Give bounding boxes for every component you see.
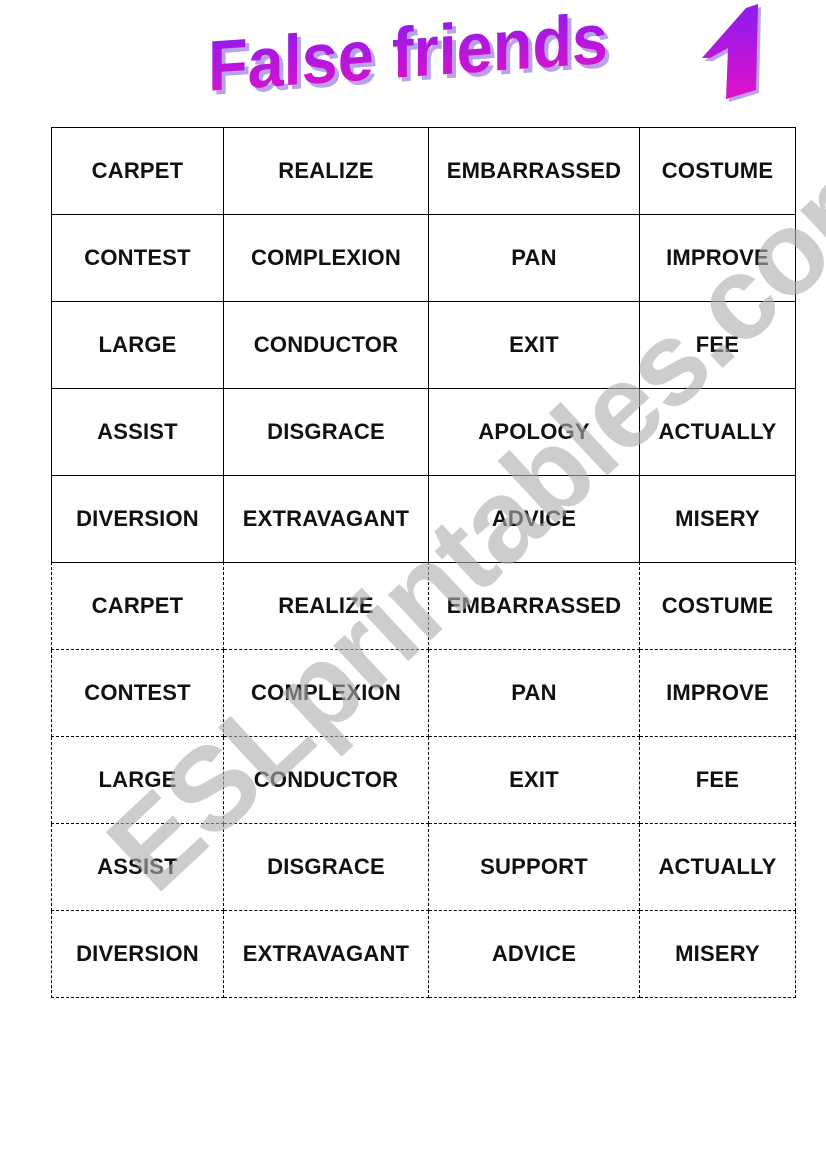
table-row: DIVERSION EXTRAVAGANT ADVICE MISERY xyxy=(51,475,796,563)
word-card: EXIT xyxy=(428,301,640,389)
word-card: EXTRAVAGANT xyxy=(223,475,429,563)
word-card: REALIZE xyxy=(223,127,429,215)
word-card: IMPROVE xyxy=(639,214,796,302)
word-card: COSTUME xyxy=(639,127,796,215)
word-card: CONTEST xyxy=(51,214,224,302)
word-card: COSTUME xyxy=(639,562,796,650)
word-card: FEE xyxy=(639,301,796,389)
word-card: CONDUCTOR xyxy=(223,736,429,824)
word-card: ASSIST xyxy=(51,823,224,911)
word-card: ACTUALLY xyxy=(639,823,796,911)
number-wordart xyxy=(702,4,761,102)
table-row: LARGE CONDUCTOR EXIT FEE xyxy=(51,301,796,389)
table-row: CARPET REALIZE EMBARRASSED COSTUME xyxy=(51,562,796,650)
word-card: IMPROVE xyxy=(639,649,796,737)
flashcard-grid: CARPET REALIZE EMBARRASSED COSTUME CONTE… xyxy=(51,127,796,998)
table-row: ASSIST DISGRACE SUPPORT ACTUALLY xyxy=(51,823,796,911)
cards-table-solid: CARPET REALIZE EMBARRASSED COSTUME CONTE… xyxy=(51,127,796,563)
word-card: ACTUALLY xyxy=(639,388,796,476)
title-wordart: False friends False friends xyxy=(208,0,612,100)
word-card: EMBARRASSED xyxy=(428,127,640,215)
word-card: COMPLEXION xyxy=(223,214,429,302)
word-card: CARPET xyxy=(51,127,224,215)
word-card: CONDUCTOR xyxy=(223,301,429,389)
word-card: LARGE xyxy=(51,736,224,824)
word-card: MISERY xyxy=(639,475,796,563)
word-card: PAN xyxy=(428,649,640,737)
word-card: CARPET xyxy=(51,562,224,650)
number-one-glyph xyxy=(702,4,758,99)
word-card: CONTEST xyxy=(51,649,224,737)
word-card: EXTRAVAGANT xyxy=(223,910,429,998)
word-card: DISGRACE xyxy=(223,823,429,911)
word-card: LARGE xyxy=(51,301,224,389)
word-card: EMBARRASSED xyxy=(428,562,640,650)
worksheet-title: False friends False friends xyxy=(200,0,640,100)
word-card: DIVERSION xyxy=(51,475,224,563)
worksheet-number xyxy=(690,0,770,105)
word-card: SUPPORT xyxy=(428,823,640,911)
cards-table-cutout: CARPET REALIZE EMBARRASSED COSTUME CONTE… xyxy=(51,562,796,998)
word-card: ADVICE xyxy=(428,475,640,563)
table-row: DIVERSION EXTRAVAGANT ADVICE MISERY xyxy=(51,910,796,998)
word-card: ADVICE xyxy=(428,910,640,998)
word-card: DIVERSION xyxy=(51,910,224,998)
word-card: REALIZE xyxy=(223,562,429,650)
table-row: CONTEST COMPLEXION PAN IMPROVE xyxy=(51,214,796,302)
word-card: MISERY xyxy=(639,910,796,998)
table-row: CARPET REALIZE EMBARRASSED COSTUME xyxy=(51,127,796,215)
word-card: EXIT xyxy=(428,736,640,824)
table-row: CONTEST COMPLEXION PAN IMPROVE xyxy=(51,649,796,737)
word-card: APOLOGY xyxy=(428,388,640,476)
word-card: ASSIST xyxy=(51,388,224,476)
word-card: DISGRACE xyxy=(223,388,429,476)
table-row: ASSIST DISGRACE APOLOGY ACTUALLY xyxy=(51,388,796,476)
word-card: PAN xyxy=(428,214,640,302)
word-card: COMPLEXION xyxy=(223,649,429,737)
word-card: FEE xyxy=(639,736,796,824)
table-row: LARGE CONDUCTOR EXIT FEE xyxy=(51,736,796,824)
